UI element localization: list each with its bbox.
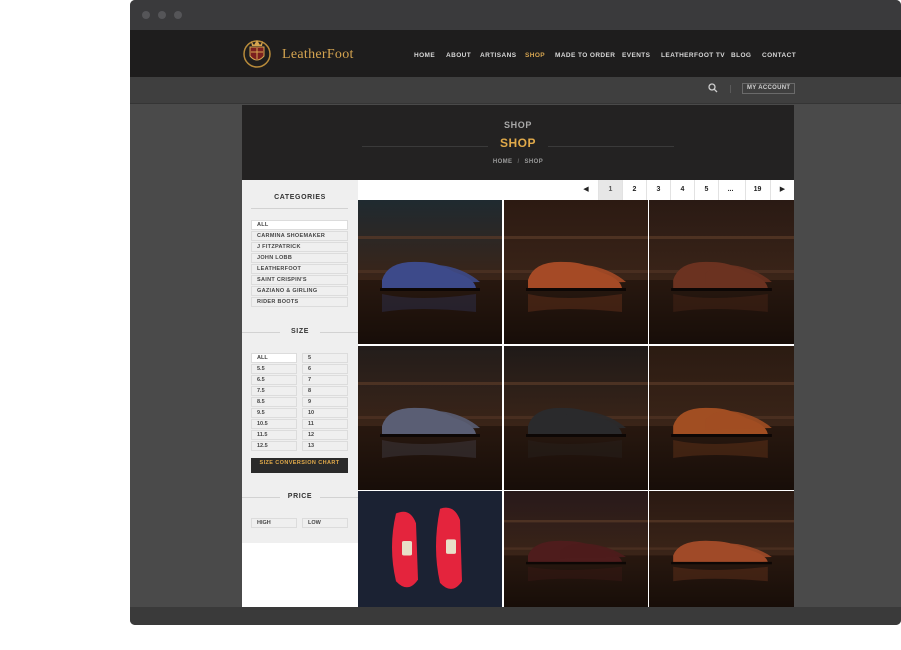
- product-image: [649, 382, 794, 490]
- nav-about[interactable]: ABOUT: [446, 52, 471, 59]
- product-grid: [358, 200, 794, 607]
- divider: [730, 85, 731, 93]
- prev-page-icon[interactable]: ◀: [574, 180, 598, 200]
- product-card[interactable]: [504, 346, 648, 490]
- size-option[interactable]: 5: [302, 353, 348, 363]
- breadcrumb-separator: /: [517, 159, 520, 165]
- category-leatherfoot[interactable]: LEATHERFOOT: [251, 264, 348, 274]
- my-account-button[interactable]: MY ACCOUNT: [742, 83, 796, 94]
- size-option[interactable]: 11.5: [251, 430, 297, 440]
- nav-made-to-order[interactable]: MADE TO ORDER: [555, 52, 615, 59]
- size-option[interactable]: 9.5: [251, 408, 297, 418]
- size-option[interactable]: 6.5: [251, 375, 297, 385]
- shop-content: SHOP SHOP HOME / SHOP CATEGORIES ALL CARMI…: [242, 105, 794, 607]
- size-option[interactable]: 5.5: [251, 364, 297, 374]
- product-card[interactable]: [358, 346, 502, 490]
- size-option[interactable]: 11: [302, 419, 348, 429]
- page-link[interactable]: 19: [745, 180, 769, 200]
- size-option[interactable]: 9: [302, 397, 348, 407]
- size-option[interactable]: 8: [302, 386, 348, 396]
- price-low-option[interactable]: LOW: [302, 518, 348, 528]
- size-option[interactable]: 12: [302, 430, 348, 440]
- product-card[interactable]: [649, 491, 794, 607]
- product-card[interactable]: [649, 346, 794, 490]
- nav-shop[interactable]: SHOP: [525, 52, 545, 59]
- price-high-option[interactable]: HIGH: [251, 518, 297, 528]
- page-hero: SHOP SHOP HOME / SHOP: [242, 105, 794, 180]
- categories-heading: CATEGORIES: [274, 194, 326, 201]
- category-rider-boots[interactable]: RIDER BOOTS: [251, 297, 348, 307]
- filter-sidebar: CATEGORIES ALL CARMINA SHOEMAKER J FITZP…: [242, 180, 358, 543]
- category-all[interactable]: ALL: [251, 220, 348, 230]
- product-image: [358, 236, 502, 344]
- product-card[interactable]: [358, 200, 502, 344]
- window-minimize-dot[interactable]: [158, 11, 166, 19]
- nav-events[interactable]: EVENTS: [622, 52, 650, 59]
- window-maximize-dot[interactable]: [174, 11, 182, 19]
- size-option[interactable]: 10: [302, 408, 348, 418]
- breadcrumb-home[interactable]: HOME: [493, 159, 513, 165]
- category-john-lobb[interactable]: JOHN LOBB: [251, 253, 348, 263]
- crest-logo-icon[interactable]: [242, 37, 272, 69]
- product-image: [649, 520, 794, 607]
- product-image: [504, 236, 648, 344]
- site-header: LeatherFoot HOME ABOUT ARTISANS SHOP MAD…: [130, 30, 901, 77]
- product-image: [358, 491, 502, 607]
- product-image: [358, 382, 502, 490]
- search-icon[interactable]: [708, 83, 718, 93]
- size-option[interactable]: 8.5: [251, 397, 297, 407]
- nav-artisans[interactable]: ARTISANS: [480, 52, 516, 59]
- price-heading: PRICE: [287, 493, 313, 500]
- product-card[interactable]: [504, 491, 648, 607]
- page-title: SHOP: [488, 136, 548, 150]
- page-link[interactable]: 2: [622, 180, 646, 200]
- hero-subtitle: SHOP: [504, 120, 532, 130]
- window-close-dot[interactable]: [142, 11, 150, 19]
- nav-contact[interactable]: CONTACT: [762, 52, 796, 59]
- page-link[interactable]: 4: [670, 180, 694, 200]
- size-option[interactable]: ALL: [251, 353, 297, 363]
- size-heading: SIZE: [291, 328, 309, 335]
- nav-leatherfoot-tv[interactable]: LEATHERFOOT TV: [661, 52, 725, 59]
- size-conversion-chart-button[interactable]: SIZE CONVERSION CHART: [251, 458, 348, 473]
- size-option[interactable]: 13: [302, 441, 348, 451]
- product-image: [649, 236, 794, 344]
- window-footer: [130, 607, 901, 625]
- product-card[interactable]: [358, 491, 502, 607]
- nav-blog[interactable]: BLOG: [731, 52, 751, 59]
- divider: [251, 208, 348, 209]
- size-option[interactable]: 6: [302, 364, 348, 374]
- size-option[interactable]: 7: [302, 375, 348, 385]
- product-card[interactable]: [649, 200, 794, 344]
- utility-bar: MY ACCOUNT: [130, 77, 901, 104]
- size-option[interactable]: 12.5: [251, 441, 297, 451]
- page-link[interactable]: 1: [598, 180, 622, 200]
- page-link[interactable]: 3: [646, 180, 670, 200]
- pagination: ◀ 1 2 3 4 5 ... 19 ▶: [358, 180, 794, 200]
- category-j-fitzpatrick[interactable]: J FITZPATRICK: [251, 242, 348, 252]
- nav-home[interactable]: HOME: [414, 52, 435, 59]
- next-page-icon[interactable]: ▶: [770, 180, 794, 200]
- size-option[interactable]: 10.5: [251, 419, 297, 429]
- browser-window: LeatherFoot HOME ABOUT ARTISANS SHOP MAD…: [130, 0, 901, 625]
- category-carmina-shoemaker[interactable]: CARMINA SHOEMAKER: [251, 231, 348, 241]
- category-gaziano-girling[interactable]: GAZIANO & GIRLING: [251, 286, 348, 296]
- product-image: [504, 382, 648, 490]
- brand-name[interactable]: LeatherFoot: [282, 47, 354, 63]
- category-saint-crispins[interactable]: SAINT CRISPIN'S: [251, 275, 348, 285]
- size-option[interactable]: 7.5: [251, 386, 297, 396]
- breadcrumb-current: SHOP: [524, 159, 544, 165]
- window-titlebar: [130, 0, 901, 30]
- product-image: [504, 520, 648, 607]
- page-ellipsis: ...: [718, 180, 742, 200]
- page-link[interactable]: 5: [694, 180, 718, 200]
- breadcrumb: HOME / SHOP: [242, 159, 794, 165]
- product-card[interactable]: [504, 200, 648, 344]
